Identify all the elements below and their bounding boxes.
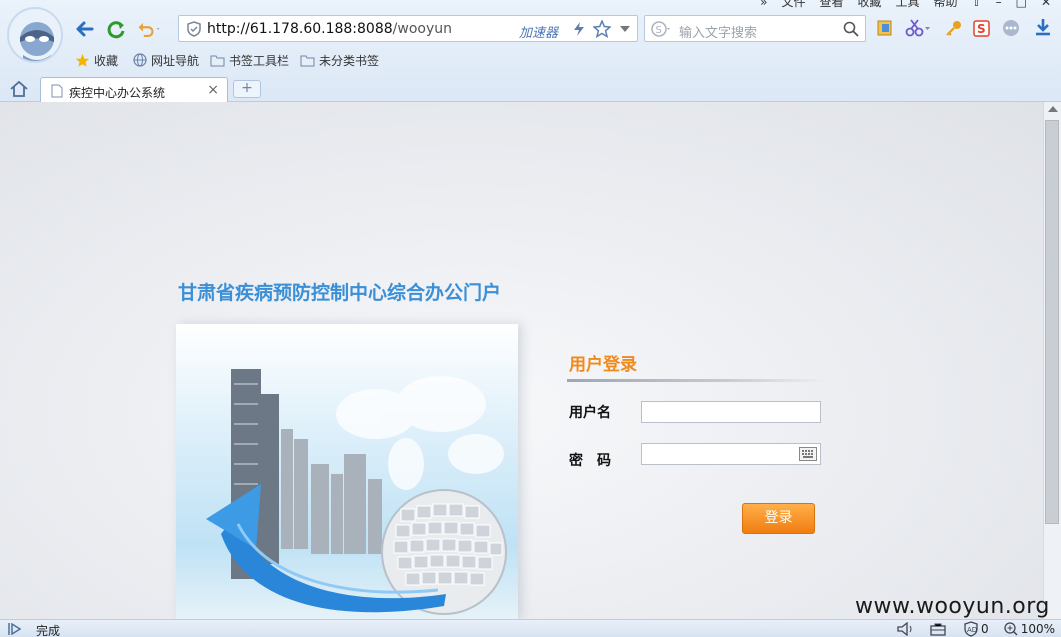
screenshot-scissors-icon[interactable] bbox=[905, 19, 931, 37]
bookmark-favorites[interactable]: 收藏 bbox=[75, 52, 118, 68]
tab-title: 疾控中心办公系统 bbox=[69, 86, 166, 100]
search-engine-icon[interactable]: S bbox=[651, 21, 671, 37]
back-arrow-icon bbox=[76, 21, 94, 37]
url-path: /wooyun bbox=[392, 20, 453, 37]
tab-bar: 疾控中心办公系统 × + bbox=[0, 74, 1061, 103]
menu-tools[interactable]: 工具 bbox=[896, 0, 920, 9]
menu-favorites[interactable]: 收藏 bbox=[857, 0, 881, 9]
portal-title: 甘肃省疾病预防控制中心综合办公门户 bbox=[178, 282, 502, 304]
globe-icon bbox=[133, 53, 147, 67]
menu-bar: » 文件 查看 收藏 工具 帮助 ⇧ – □ ✕ bbox=[760, 0, 1051, 9]
status-bar: 完成 AD 0 100% bbox=[0, 619, 1061, 637]
bookmark-unsorted-folder[interactable]: 未分类书签 bbox=[300, 52, 379, 68]
password-label: 密 码 bbox=[569, 453, 611, 469]
city-globe-illustration bbox=[206, 369, 507, 615]
more-options-icon[interactable] bbox=[1002, 19, 1020, 37]
tab-active[interactable]: 疾控中心办公系统 × bbox=[40, 77, 228, 103]
status-text: 完成 bbox=[36, 624, 61, 637]
home-icon[interactable] bbox=[9, 80, 29, 98]
accelerator-button[interactable]: 加速器 bbox=[519, 22, 558, 41]
maximize-icon[interactable]: □ bbox=[1016, 0, 1027, 9]
new-tab-button[interactable]: + bbox=[233, 80, 261, 98]
scroll-up-arrow-icon[interactable] bbox=[1048, 106, 1058, 112]
zoom-level[interactable]: 100% bbox=[1021, 622, 1055, 636]
lightning-icon[interactable] bbox=[573, 22, 585, 36]
username-label: 用户名 bbox=[569, 405, 611, 421]
undo-icon bbox=[138, 22, 160, 38]
menu-view[interactable]: 查看 bbox=[819, 0, 843, 9]
virtual-keyboard-icon[interactable] bbox=[799, 447, 817, 461]
menu-file[interactable]: 文件 bbox=[781, 0, 805, 9]
bookmark-label: 未分类书签 bbox=[319, 53, 380, 68]
login-title: 用户登录 bbox=[569, 355, 637, 375]
page-icon bbox=[51, 84, 63, 98]
close-tab-icon[interactable]: × bbox=[207, 82, 219, 98]
refresh-icon bbox=[107, 21, 125, 39]
svg-text:S: S bbox=[656, 25, 662, 36]
login-title-underline bbox=[567, 379, 827, 382]
menu-help[interactable]: 帮助 bbox=[934, 0, 958, 9]
star-icon[interactable] bbox=[593, 20, 611, 38]
user-avatar[interactable] bbox=[7, 7, 63, 63]
close-window-icon[interactable]: ✕ bbox=[1041, 0, 1051, 9]
undo-close-button[interactable] bbox=[136, 16, 162, 42]
page-content: 甘肃省疾病预防控制中心综合办公门户 用户登录 用户名 密 码 登录 bbox=[0, 102, 1043, 619]
star-filled-icon bbox=[75, 53, 90, 67]
bookmark-label: 书签工具栏 bbox=[229, 53, 290, 68]
svg-text:AD: AD bbox=[967, 626, 977, 634]
dropdown-arrow-icon[interactable] bbox=[620, 26, 630, 32]
briefcase-icon[interactable] bbox=[929, 622, 947, 636]
bookmark-toolbar-folder[interactable]: 书签工具栏 bbox=[210, 52, 289, 68]
url-host: http://61.178.60.188:8088 bbox=[207, 20, 393, 37]
username-input[interactable] bbox=[641, 401, 821, 423]
extension-s-icon[interactable]: S bbox=[973, 18, 991, 38]
zoom-icon[interactable] bbox=[1004, 622, 1018, 636]
svg-text:S: S bbox=[977, 22, 986, 36]
download-icon[interactable] bbox=[1034, 18, 1052, 38]
browser-toolbar: » 文件 查看 收藏 工具 帮助 ⇧ – □ ✕ http://61.178.6… bbox=[0, 0, 1061, 103]
bookmark-label: 收藏 bbox=[94, 53, 119, 68]
sidebar-toggle-icon[interactable] bbox=[876, 19, 894, 37]
skin-icon[interactable]: ⇧ bbox=[972, 0, 982, 9]
bookmark-url-nav[interactable]: 网址导航 bbox=[133, 52, 199, 68]
folder-icon bbox=[210, 55, 225, 66]
search-icon[interactable] bbox=[843, 21, 859, 37]
key-icon[interactable] bbox=[945, 19, 963, 37]
address-bar[interactable]: http://61.178.60.188:8088/wooyun 加速器 bbox=[178, 15, 638, 42]
scroll-thumb[interactable] bbox=[1045, 120, 1059, 524]
vertical-scrollbar[interactable] bbox=[1043, 102, 1061, 619]
ad-block-icon[interactable]: AD bbox=[963, 621, 979, 637]
blocked-count: 0 bbox=[981, 622, 989, 636]
password-input[interactable] bbox=[641, 443, 821, 465]
search-input[interactable]: 输入文字搜索 bbox=[679, 22, 757, 41]
watermark-text: www.wooyun.org bbox=[855, 594, 1050, 619]
bookmark-label: 网址导航 bbox=[151, 53, 200, 68]
login-button[interactable]: 登录 bbox=[742, 503, 815, 534]
back-button[interactable] bbox=[72, 16, 98, 42]
speaker-icon[interactable] bbox=[897, 622, 915, 636]
folder-icon bbox=[300, 55, 315, 66]
minimize-icon[interactable]: – bbox=[996, 0, 1002, 9]
sidebar-expand-icon[interactable] bbox=[8, 623, 22, 635]
banner-illustration bbox=[176, 324, 518, 619]
shield-icon bbox=[187, 21, 201, 37]
search-box[interactable]: S 输入文字搜索 bbox=[644, 15, 866, 42]
refresh-button[interactable] bbox=[103, 16, 129, 42]
masked-avatar-icon bbox=[20, 22, 54, 61]
chevron-right-icon[interactable]: » bbox=[760, 0, 767, 9]
